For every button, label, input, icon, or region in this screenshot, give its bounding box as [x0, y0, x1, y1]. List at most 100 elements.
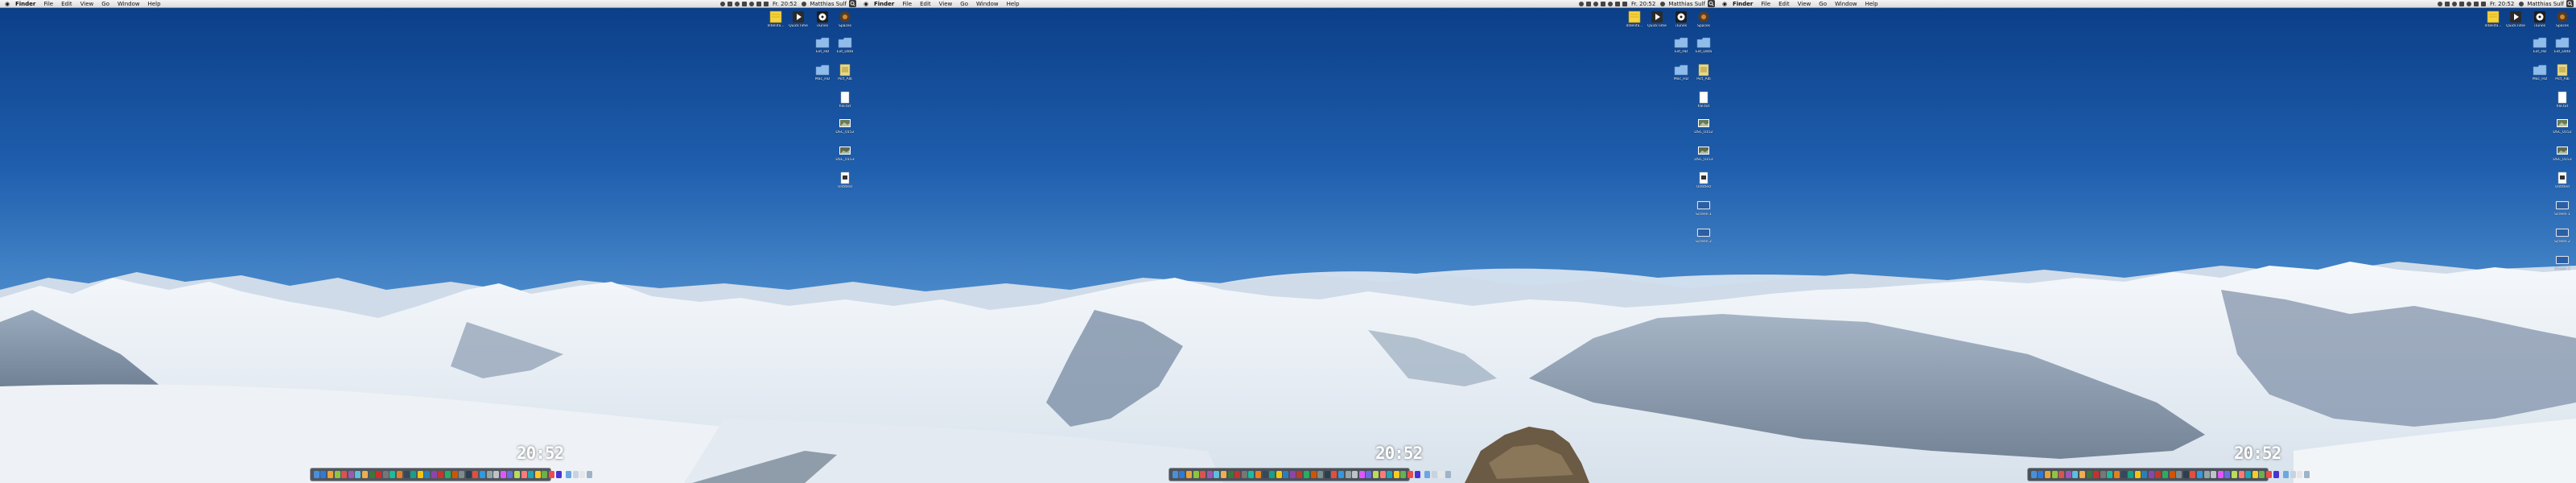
- dock-app-icon[interactable]: [472, 471, 479, 478]
- desktop-icon[interactable]: Mac_HD: [1670, 64, 1692, 88]
- desktop-icon[interactable]: iTunes: [811, 10, 834, 35]
- menu-file[interactable]: File: [43, 0, 53, 7]
- dock-app-icon[interactable]: [493, 471, 500, 478]
- dock-stack-icon[interactable]: [1424, 471, 1431, 478]
- dock-stack-icon[interactable]: [1438, 471, 1445, 478]
- menu-help[interactable]: Help: [148, 0, 161, 7]
- dock-app-icon[interactable]: [341, 471, 348, 478]
- status-extra-icon[interactable]: [735, 1, 740, 6]
- dock-app-icon[interactable]: [465, 471, 472, 478]
- dock-app-icon[interactable]: [348, 471, 354, 478]
- volume-icon[interactable]: [756, 1, 762, 6]
- desktop-icon[interactable]: Ext_Data: [1692, 36, 1715, 60]
- desktop-icon[interactable]: DSC_0152: [1692, 117, 1715, 141]
- dock-app-icon[interactable]: [2079, 471, 2085, 478]
- dock-app-icon[interactable]: [313, 471, 319, 478]
- dock-app-icon[interactable]: [2245, 471, 2252, 478]
- dock-app-icon[interactable]: [417, 471, 423, 478]
- dock-app-icon[interactable]: [1234, 471, 1241, 478]
- dock-stack-icon[interactable]: [2297, 471, 2303, 478]
- desktop-icon[interactable]: Screen 1: [2551, 199, 2574, 223]
- dock-app-icon[interactable]: [1358, 471, 1365, 478]
- desktop-icon[interactable]: Screen 2: [2551, 226, 2574, 250]
- dock-app-icon[interactable]: [2128, 471, 2134, 478]
- status-extra-icon[interactable]: [2445, 1, 2450, 6]
- dock-app-icon[interactable]: [2121, 471, 2127, 478]
- desktop-icon[interactable]: iTunes: [2529, 10, 2551, 35]
- status-extra-icon[interactable]: [1601, 1, 1606, 6]
- desktop-icon[interactable]: file.txt: [834, 91, 856, 115]
- desktop-icon[interactable]: Pict_Alb: [1692, 64, 1715, 88]
- dock-app-icon[interactable]: [2162, 471, 2169, 478]
- battery-icon[interactable]: [764, 1, 769, 6]
- menu-file[interactable]: File: [902, 0, 912, 7]
- status-extra-icon[interactable]: [2452, 1, 2458, 6]
- desktop-icon[interactable]: DSC_0153: [2551, 144, 2574, 168]
- dock-app-icon[interactable]: [424, 471, 431, 478]
- desktop-icon[interactable]: DSC_0153: [834, 144, 856, 168]
- dock-app-icon[interactable]: [2197, 471, 2203, 478]
- dock-app-icon[interactable]: [1387, 471, 1393, 478]
- menu-window[interactable]: Window: [117, 0, 140, 7]
- status-extra-icon[interactable]: [2438, 1, 2443, 6]
- dock-app-icon[interactable]: [2107, 471, 2113, 478]
- dock-stack-icon[interactable]: [572, 471, 579, 478]
- desktop-icon[interactable]: Pict_Alb: [2551, 64, 2574, 88]
- dock-app-icon[interactable]: [542, 471, 548, 478]
- wifi-icon[interactable]: [2467, 1, 2472, 6]
- volume-icon[interactable]: [2474, 1, 2479, 6]
- desktop-icon[interactable]: Ext_HD: [1670, 36, 1692, 60]
- dock-app-icon[interactable]: [1200, 471, 1206, 478]
- dock-app-icon[interactable]: [1248, 471, 1255, 478]
- desktop-icon[interactable]: Intellifa...: [2482, 10, 2504, 35]
- menu-app-name[interactable]: Finder: [874, 0, 894, 7]
- dock-app-icon[interactable]: [369, 471, 375, 478]
- dock-app-icon[interactable]: [2155, 471, 2162, 478]
- dock-app-icon[interactable]: [1352, 471, 1358, 478]
- dock-app-icon[interactable]: [2038, 471, 2044, 478]
- user-icon[interactable]: [2518, 1, 2524, 6]
- user-icon[interactable]: [1659, 1, 1665, 6]
- dock-app-icon[interactable]: [396, 471, 402, 478]
- dock-app-icon[interactable]: [2252, 471, 2258, 478]
- desktop-icon[interactable]: Screen 2: [1692, 226, 1715, 250]
- dock-app-icon[interactable]: [2051, 471, 2058, 478]
- dock-app-icon[interactable]: [2224, 471, 2231, 478]
- status-extra-icon[interactable]: [1593, 1, 1599, 6]
- dock-stack-icon[interactable]: [1445, 471, 1451, 478]
- dock-app-icon[interactable]: [389, 471, 396, 478]
- dock-app-icon[interactable]: [2030, 471, 2037, 478]
- status-extra-icon[interactable]: [1579, 1, 1585, 6]
- dock-app-icon[interactable]: [1331, 471, 1337, 478]
- dock-app-icon[interactable]: [1345, 471, 1351, 478]
- status-extra-icon[interactable]: [1586, 1, 1592, 6]
- dock-app-icon[interactable]: [2086, 471, 2092, 478]
- dock-app-icon[interactable]: [1276, 471, 1282, 478]
- desktop-icon[interactable]: Ext_HD: [2529, 36, 2551, 60]
- desktop-icon[interactable]: Mac_HD: [2529, 64, 2551, 88]
- dock-app-icon[interactable]: [327, 471, 333, 478]
- desktop-icon[interactable]: DSC_0152: [834, 117, 856, 141]
- desktop-icon[interactable]: Intellifa...: [765, 10, 787, 35]
- status-extra-icon[interactable]: [720, 1, 726, 6]
- dock-app-icon[interactable]: [1407, 471, 1413, 478]
- dock-app-icon[interactable]: [2134, 471, 2141, 478]
- desktop-icon[interactable]: Screen 2: [2551, 254, 2574, 278]
- desktop-icon[interactable]: Screen 1: [1692, 199, 1715, 223]
- status-extra-icon[interactable]: [2459, 1, 2465, 6]
- menu-help[interactable]: Help: [1007, 0, 1020, 7]
- dock-stack-icon[interactable]: [579, 471, 586, 478]
- dock-app-icon[interactable]: [451, 471, 458, 478]
- volume-icon[interactable]: [1615, 1, 1621, 6]
- dock-app-icon[interactable]: [1262, 471, 1268, 478]
- dock-app-icon[interactable]: [2259, 471, 2265, 478]
- dock-app-icon[interactable]: [355, 471, 361, 478]
- battery-icon[interactable]: [2481, 1, 2487, 6]
- spotlight-icon[interactable]: [849, 0, 856, 7]
- dock-app-icon[interactable]: [2217, 471, 2224, 478]
- menu-window[interactable]: Window: [1835, 0, 1857, 7]
- dock-stack-icon[interactable]: [1431, 471, 1437, 478]
- dock-app-icon[interactable]: [2044, 471, 2050, 478]
- apple-menu-icon[interactable]: ◉: [3, 0, 11, 7]
- desktop-icon[interactable]: file.txt: [2551, 91, 2574, 115]
